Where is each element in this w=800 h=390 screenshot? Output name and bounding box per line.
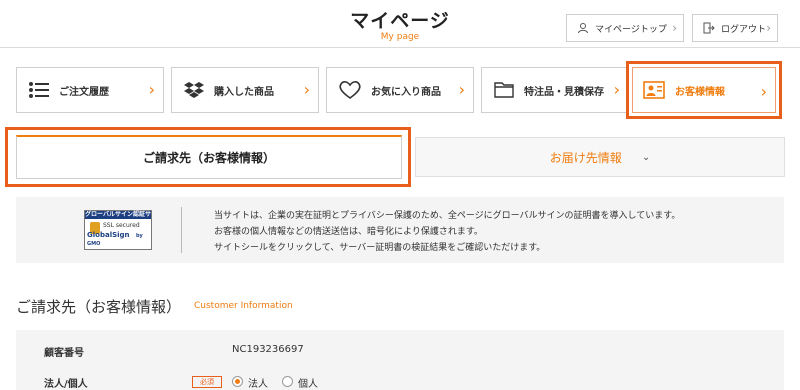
seal-brand-text: GlobalSign: [87, 231, 130, 239]
seal-brand: GlobalSign by GMO: [87, 231, 151, 247]
chevron-right-icon: ›: [458, 80, 465, 99]
logout-label: ログアウト: [721, 24, 767, 35]
nav-label: ご注文履歴: [59, 86, 109, 98]
chevron-right-icon: ›: [148, 80, 155, 99]
list-icon: [29, 82, 49, 98]
customer-no-label: 顧客番号: [44, 348, 84, 359]
mypage-top-label: マイページトップ: [595, 24, 667, 35]
notice-text: 当サイトは、企業の実在証明とプライバシー保護のため、全ページにグローバルサインの…: [214, 208, 680, 256]
nav-customer-info-inner: お客様情報 ›: [632, 67, 776, 113]
user-icon: [578, 23, 588, 34]
chevron-right-icon: ›: [760, 82, 767, 101]
nav-label: お気に入り商品: [371, 86, 441, 98]
tab-billing[interactable]: ご請求先（お客様情報）: [5, 127, 411, 187]
nav-purchased-items[interactable]: 購入した商品 ›: [171, 67, 319, 113]
heart-icon: [339, 81, 361, 99]
radio-corporate-label: 法人: [248, 379, 268, 390]
tab-shipping-label: お届け先情報: [549, 150, 622, 165]
mypage-nav: ご注文履歴 › 購入した商品 › お気に入り商品 › 特注品・見積保存 › お客…: [16, 61, 784, 119]
logout-button[interactable]: ログアウト ›: [692, 14, 778, 42]
nav-custom-quotes[interactable]: 特注品・見積保存 ›: [481, 67, 629, 113]
chevron-right-icon: ›: [766, 21, 771, 35]
seal-top-text: グローバルサイン認証サイト: [85, 211, 151, 226]
profile-card-icon: [643, 81, 665, 99]
folder-icon: [494, 82, 514, 98]
nav-label: 購入した商品: [214, 86, 274, 98]
logout-icon: [703, 22, 715, 34]
chevron-right-icon: ›: [613, 80, 620, 99]
tab-shipping[interactable]: お届け先情報 ⌄: [415, 137, 785, 177]
dropbox-icon: [184, 82, 204, 98]
globalsign-seal[interactable]: グローバルサイン認証サイト SSL secured GlobalSign by …: [84, 210, 152, 250]
chevron-down-icon: ⌄: [641, 151, 651, 163]
section-title: ご請求先（お客様情報）: [16, 298, 182, 316]
mypage-top-button[interactable]: マイページトップ ›: [566, 14, 684, 42]
nav-customer-info[interactable]: お客様情報 ›: [626, 61, 782, 119]
chevron-right-icon: ›: [303, 80, 310, 99]
customer-no-value: NC193236697: [232, 344, 304, 355]
customer-type-label: 法人/個人: [44, 379, 88, 390]
section-subtitle: Customer Information: [194, 301, 293, 311]
seal-mid-text: SSL secured: [103, 222, 140, 229]
notice-line: 当サイトは、企業の実在証明とプライバシー保護のため、全ページにグローバルサインの…: [214, 211, 681, 221]
customer-form: 顧客番号 NC193236697 法人/個人 必須 法人 個人: [16, 330, 784, 390]
radio-individual-label: 個人: [298, 379, 318, 390]
notice-line: お客様の個人情報などの情送送信は、暗号化により保護されます。: [214, 227, 483, 237]
nav-favorites[interactable]: お気に入り商品 ›: [326, 67, 474, 113]
nav-order-history[interactable]: ご注文履歴 ›: [16, 67, 164, 113]
tab-billing-label: ご請求先（お客様情報）: [16, 135, 402, 179]
nav-label: お客様情報: [675, 86, 725, 98]
required-badge: 必須: [192, 376, 222, 388]
notice-line: サイトシールをクリックして、サーバー証明書の検証結果をご確認いただけます。: [214, 243, 546, 253]
info-tabs: ご請求先（お客様情報） お届け先情報 ⌄: [5, 127, 785, 187]
nav-label: 特注品・見積保存: [524, 86, 604, 98]
notice-divider: [181, 207, 182, 253]
chevron-right-icon: ›: [672, 21, 677, 35]
page-header: マイページ My page マイページトップ › ログアウト ›: [0, 0, 800, 48]
security-notice: グローバルサイン認証サイト SSL secured GlobalSign by …: [16, 197, 784, 263]
